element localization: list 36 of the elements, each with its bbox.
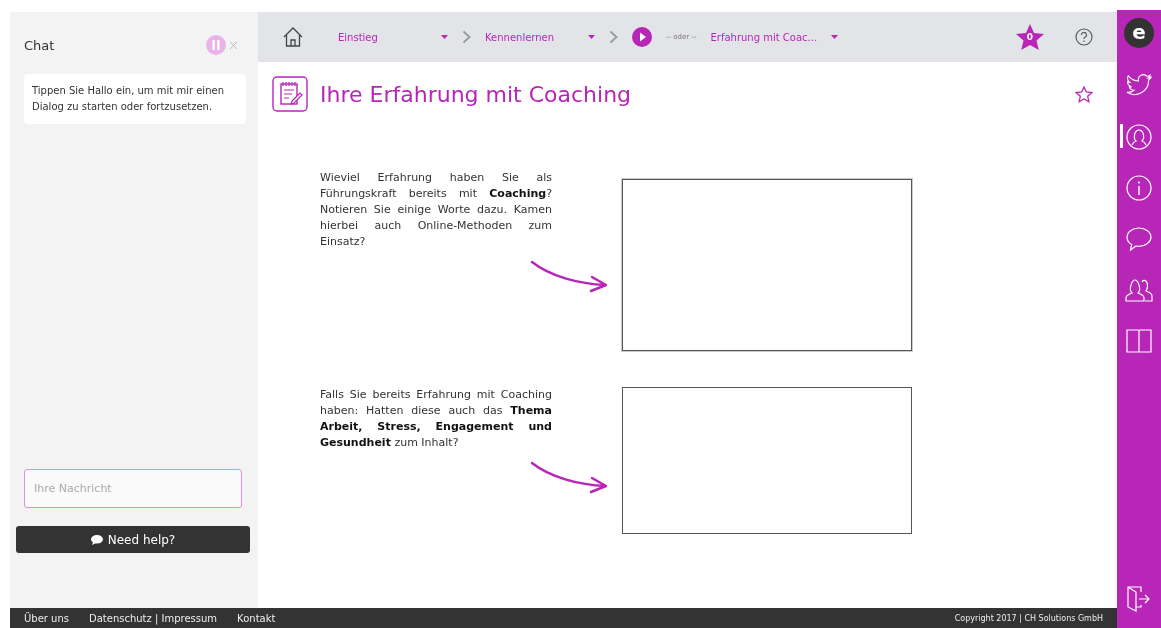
info-icon[interactable] bbox=[1126, 174, 1152, 201]
answer-box[interactable] bbox=[622, 387, 912, 534]
bird-icon[interactable] bbox=[1126, 73, 1152, 98]
footer-link[interactable]: Kontakt bbox=[237, 612, 276, 624]
play-icon[interactable] bbox=[632, 27, 652, 47]
page-title: Ihre Erfahrung mit Coaching bbox=[320, 81, 633, 107]
question-text: Wieviel Erfahrung haben Sie als Führungskraft bereits mit Coaching? Notieren Sie einige Worte dazu. Kamen hierbei auch Online-Methoden zum Einsatz? bbox=[320, 170, 552, 250]
speech-bubble-icon[interactable] bbox=[1126, 226, 1152, 251]
caret-icon bbox=[588, 35, 595, 39]
bookmark-star-icon[interactable] bbox=[1075, 85, 1093, 103]
breadcrumb-dropdown[interactable]: Einstieg bbox=[338, 31, 448, 43]
breadcrumb-dropdown[interactable]: Erfahrung mit Coac... bbox=[710, 31, 839, 43]
chat-message: Tippen Sie Hallo ein, um mit mir einen Dialog zu starten oder fortzusetzen. bbox=[24, 74, 246, 124]
copyright-text: Copyright 2017 | CH Solutions GmbH bbox=[954, 613, 1103, 623]
speech-bubble-icon bbox=[90, 534, 103, 545]
question-text: Falls Sie bereits Erfahrung mit Coaching haben: Hatten diese auch das Thema Arbeit, Stress, Engagement und Gesundheit zum Inhalt? bbox=[320, 387, 552, 451]
person-icon[interactable] bbox=[1126, 123, 1152, 150]
footer-link[interactable]: Datenschutz | Impressum bbox=[89, 612, 218, 624]
chat-title: Chat bbox=[24, 37, 56, 53]
logo[interactable]: e bbox=[1124, 18, 1154, 48]
caret-icon bbox=[831, 35, 839, 39]
chevron-icon bbox=[609, 30, 618, 44]
breadcrumb-dropdown[interactable]: Kennenlernen bbox=[485, 31, 595, 43]
favorites-badge[interactable]: 0 bbox=[1015, 23, 1045, 51]
home-icon[interactable] bbox=[282, 26, 304, 48]
help-button[interactable]: Need help? bbox=[16, 526, 250, 553]
selection-indicator bbox=[1120, 124, 1123, 148]
people-icon[interactable] bbox=[1125, 277, 1153, 302]
caret-icon bbox=[441, 35, 448, 39]
help-icon[interactable] bbox=[1075, 28, 1093, 46]
exit-icon[interactable] bbox=[1126, 586, 1152, 612]
footer-link[interactable]: Über uns bbox=[24, 612, 69, 624]
message-input[interactable]: Ihre Nachricht bbox=[24, 469, 242, 508]
book-icon[interactable] bbox=[1126, 328, 1152, 353]
chevron-icon bbox=[462, 30, 471, 44]
notepad-icon bbox=[272, 76, 308, 112]
